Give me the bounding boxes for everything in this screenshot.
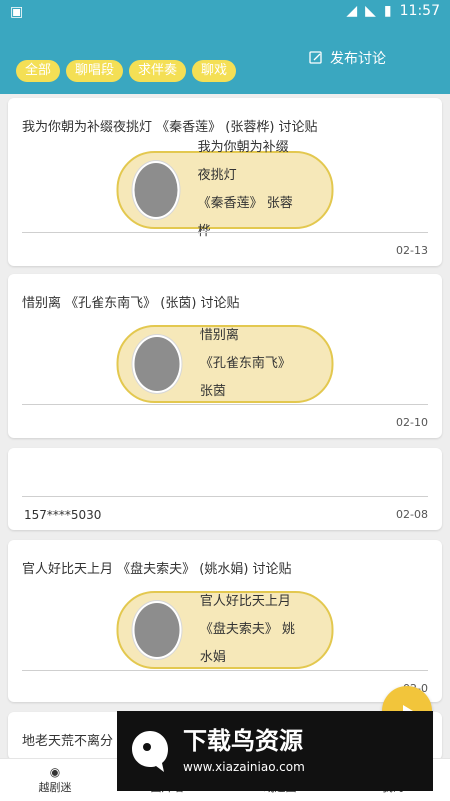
filter-chips: 全部 聊唱段 求伴奏 聊戏 xyxy=(16,60,237,82)
watermark-main: 下载鸟资源 xyxy=(183,727,303,755)
audio-bubble[interactable]: 我为你朝为补缀夜挑灯 《秦香莲》 张蓉桦 xyxy=(116,140,334,239)
status-bar: ▣ ◢ ◣ ▮ 11:57 xyxy=(0,0,450,24)
post-title: 惜别离 《孔雀东南飞》 (张茵) 讨论贴 xyxy=(22,296,240,311)
chip-talk-drama[interactable]: 聊戏 xyxy=(192,60,237,82)
post-title: 官人好比天上月 《盘夫索夫》 (姚水娟) 讨论贴 xyxy=(22,562,292,577)
bubble-line-2: 《秦香莲》 张蓉桦 xyxy=(197,196,293,239)
post-date: 02-13 xyxy=(396,244,428,257)
divider xyxy=(22,496,428,497)
status-time: 11:57 xyxy=(399,3,440,19)
opera-icon: ◉ xyxy=(49,765,61,779)
user-phone: 157****5030 xyxy=(24,508,102,522)
bubble-line-1: 官人好比天上月 xyxy=(199,594,291,609)
image-icon: ▣ xyxy=(10,4,24,20)
bubble-line-2: 《孔雀东南飞》 张茵 xyxy=(199,356,291,399)
status-right: ◢ ◣ ▮ 11:57 xyxy=(346,3,440,19)
divider xyxy=(22,404,428,405)
chip-all[interactable]: 全部 xyxy=(16,60,61,82)
post-list: 我为你朝为补缀夜挑灯 《秦香莲》 (张蓉桦) 讨论贴 我为你朝为补缀夜挑灯 《秦… xyxy=(8,98,442,760)
bubble-line-2: 《盘夫索夫》 姚水娟 xyxy=(199,622,295,665)
chip-talk-aria[interactable]: 聊唱段 xyxy=(66,60,124,82)
bubble-text: 我为你朝为补缀夜挑灯 《秦香莲》 张蓉桦 xyxy=(198,134,302,246)
bubble-line-1: 惜别离 xyxy=(199,328,239,343)
bubble-text: 惜别离 《孔雀东南飞》 张茵 xyxy=(200,322,302,406)
post-card[interactable]: 惜别离 《孔雀东南飞》 (张茵) 讨论贴 惜别离 《孔雀东南飞》 张茵 02-1… xyxy=(8,274,442,438)
performer-avatar xyxy=(132,161,180,219)
chip-ask-accompaniment[interactable]: 求伴奏 xyxy=(129,60,187,82)
divider xyxy=(22,670,428,671)
wifi-icon: ◢ xyxy=(346,3,358,19)
publish-discussion-button[interactable]: 发布讨论 xyxy=(308,48,386,68)
edit-icon xyxy=(309,51,322,64)
signal-icon: ◣ xyxy=(365,3,376,19)
watermark-overlay: 下载鸟资源 www.xiazainiao.com xyxy=(117,711,433,791)
performer-avatar xyxy=(132,601,182,659)
battery-icon: ▮ xyxy=(383,3,392,19)
audio-bubble[interactable]: 惜别离 《孔雀东南飞》 张茵 xyxy=(116,322,334,406)
publish-label: 发布讨论 xyxy=(330,51,386,67)
header-bar: 全部 聊唱段 求伴奏 聊戏 发布讨论 xyxy=(0,24,450,94)
watermark-url: www.xiazainiao.com xyxy=(183,760,305,774)
divider xyxy=(22,232,428,233)
post-title: 我为你朝为补缀夜挑灯 《秦香莲》 (张蓉桦) 讨论贴 xyxy=(22,120,318,135)
bubble-line-1: 我为你朝为补缀夜挑灯 xyxy=(197,140,289,183)
post-date: 02-08 xyxy=(396,508,428,521)
performer-avatar xyxy=(132,335,182,393)
post-date: 02-10 xyxy=(396,416,428,429)
post-card[interactable]: 我为你朝为补缀夜挑灯 《秦香莲》 (张蓉桦) 讨论贴 我为你朝为补缀夜挑灯 《秦… xyxy=(8,98,442,266)
bird-logo-icon xyxy=(132,731,168,772)
post-card[interactable]: 157****5030 02-08 xyxy=(8,448,442,530)
watermark-text: 下载鸟资源 www.xiazainiao.com xyxy=(183,726,305,776)
post-card[interactable]: 官人好比天上月 《盘夫索夫》 (姚水娟) 讨论贴 官人好比天上月 《盘夫索夫》 … xyxy=(8,540,442,702)
nav-label-opera-fans: 越剧迷 xyxy=(38,781,72,794)
nav-opera-fans[interactable]: ◉ 越剧迷 xyxy=(20,765,90,795)
bubble-text: 官人好比天上月 《盘夫索夫》 姚水娟 xyxy=(200,588,302,672)
post-title: 地老天荒不离分 xyxy=(22,734,114,749)
audio-bubble[interactable]: 官人好比天上月 《盘夫索夫》 姚水娟 xyxy=(116,588,334,672)
